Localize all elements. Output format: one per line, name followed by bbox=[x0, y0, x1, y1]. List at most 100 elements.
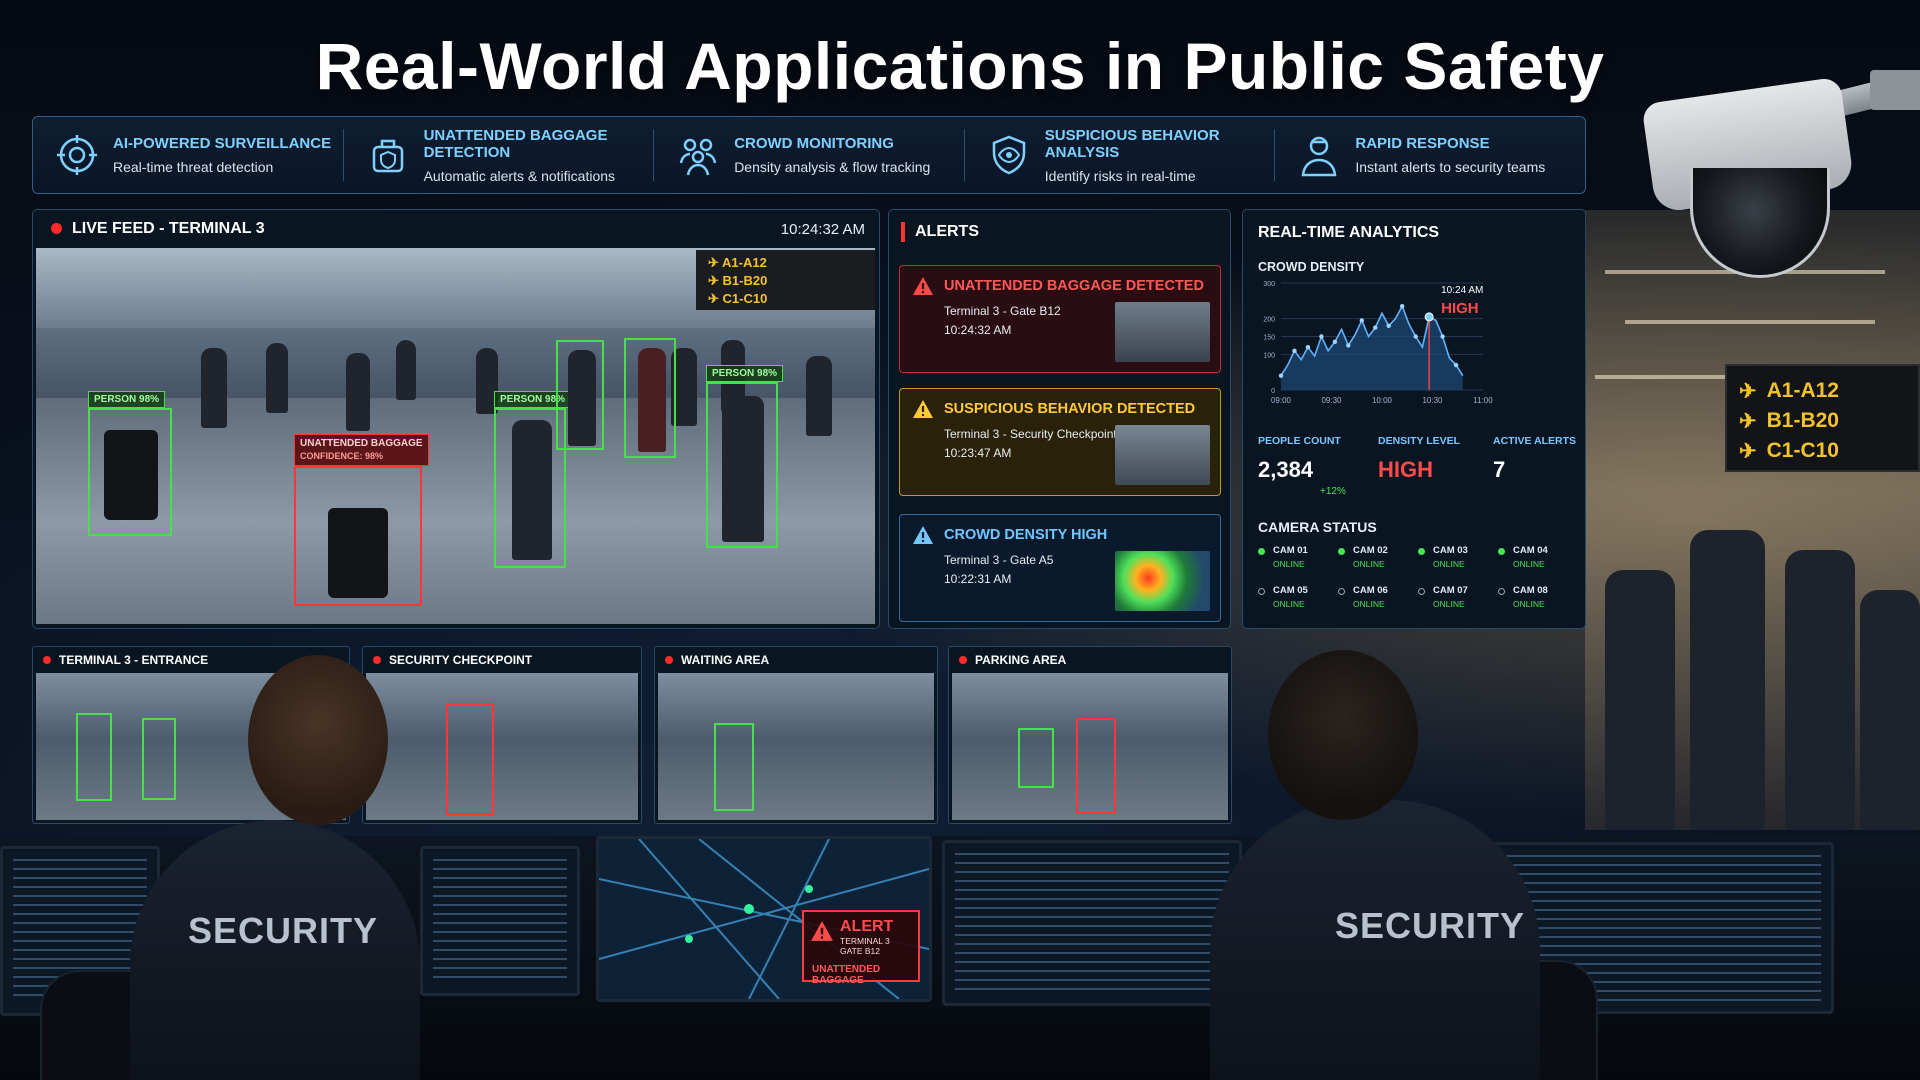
camera-status-item[interactable]: CAM 06 ONLINE bbox=[1338, 585, 1418, 609]
camera-status-item[interactable]: CAM 05 ONLINE bbox=[1258, 585, 1338, 609]
people-count-value: 2,384 bbox=[1258, 457, 1314, 482]
alert-title: Crowd Density High bbox=[944, 527, 1108, 543]
camera-status-item[interactable]: CAM 04 ONLINE bbox=[1498, 545, 1578, 569]
detection-box-baggage[interactable]: UNATTENDED BAGGAGE CONFIDENCE: 98% bbox=[294, 434, 429, 606]
map-alert-popup[interactable]: ALERT TERMINAL 3 GATE B12 UNATTENDED BAG… bbox=[802, 910, 920, 986]
responder-icon bbox=[1301, 136, 1337, 177]
feature-desc: Density analysis & flow tracking bbox=[734, 159, 931, 175]
feature-behavior-analysis[interactable]: Suspicious Behavior Analysis Identify ris… bbox=[965, 127, 1276, 184]
detection-box-person bbox=[142, 718, 176, 800]
peak-time-label: 10:24 AM bbox=[1441, 285, 1483, 296]
feature-desc: Instant alerts to security teams bbox=[1355, 159, 1546, 175]
crowd-density-chart[interactable]: 0 100 150 200 300 09:00 09:30 10:00 10:30 11:00 10… bbox=[1251, 275, 1571, 425]
status-dot-icon bbox=[1498, 548, 1505, 555]
gate-sign: ✈ A1-A12 ✈ B1-B20 ✈ C1-C10 bbox=[696, 250, 875, 310]
live-feed-video[interactable]: ✈ A1-A12 ✈ B1-B20 ✈ C1-C10 PERSON 98% UN… bbox=[36, 248, 875, 624]
camera-status-item[interactable]: CAM 03 ONLINE bbox=[1418, 545, 1498, 569]
density-point bbox=[1292, 348, 1297, 353]
feature-ai-surveillance[interactable]: AI-Powered Surveillance Real-time threat … bbox=[33, 129, 344, 181]
camera-feed-parking[interactable]: PARKING AREA bbox=[948, 646, 1232, 824]
feature-baggage-detection[interactable]: Unattended Baggage Detection Automatic al… bbox=[344, 126, 655, 184]
feature-bar: AI-Powered Surveillance Real-time threat … bbox=[32, 116, 1586, 194]
detection-box-person bbox=[76, 713, 112, 801]
camera-name: CAM 04 bbox=[1513, 545, 1548, 556]
y-tick-label: 300 bbox=[1263, 281, 1275, 288]
detection-label: PERSON 98% bbox=[88, 391, 166, 408]
camera-status: ONLINE bbox=[1433, 599, 1465, 609]
feed-video[interactable] bbox=[658, 673, 934, 820]
terminal-hall-background bbox=[1585, 210, 1920, 830]
officer-jacket-label: SECURITY bbox=[188, 910, 379, 951]
alert-thumbnail[interactable] bbox=[1115, 425, 1210, 485]
gate-label: A1-A12 bbox=[722, 255, 767, 270]
warning-triangle-icon bbox=[913, 277, 933, 295]
map-alert-gate: GATE B12 bbox=[840, 946, 880, 956]
alert-card-info[interactable]: Crowd Density High Terminal 3 - Gate A5 … bbox=[899, 514, 1221, 622]
plane-icon: ✈ bbox=[1739, 439, 1757, 463]
camera-status: ONLINE bbox=[1513, 599, 1545, 609]
alert-thumbnail[interactable] bbox=[1115, 302, 1210, 362]
heatmap-thumbnail[interactable] bbox=[1115, 551, 1210, 611]
desk-monitor[interactable] bbox=[420, 846, 580, 996]
detection-box-person[interactable] bbox=[556, 340, 604, 450]
live-feed-time: 10:24:32 AM bbox=[780, 220, 865, 238]
shield-eye-icon bbox=[992, 135, 1026, 175]
warning-triangle-icon bbox=[913, 526, 933, 544]
ai-target-icon bbox=[57, 135, 97, 175]
camera-status: ONLINE bbox=[1273, 559, 1305, 569]
gate-directory-sign: ✈ A1-A12 ✈ B1-B20 ✈ C1-C10 bbox=[1725, 364, 1920, 472]
camera-status-item[interactable]: CAM 08 ONLINE bbox=[1498, 585, 1578, 609]
feed-video[interactable] bbox=[366, 673, 638, 820]
camera-status-item[interactable]: CAM 01 ONLINE bbox=[1258, 545, 1338, 569]
analytics-title: REAL-TIME ANALYTICS bbox=[1258, 224, 1440, 241]
live-feed-panel[interactable]: LIVE FEED - TERMINAL 3 10:24:32 AM ✈ A1-… bbox=[32, 209, 880, 629]
active-alerts-stat: ACTIVE ALERTS 7 bbox=[1493, 435, 1576, 483]
detection-box-person[interactable] bbox=[624, 338, 676, 458]
status-dot-icon bbox=[1418, 548, 1425, 555]
gate-label: B1-B20 bbox=[722, 273, 768, 288]
density-point bbox=[1346, 343, 1351, 348]
camera-feed-waiting-area[interactable]: WAITING AREA bbox=[654, 646, 938, 824]
feature-desc: Identify risks in real-time bbox=[1044, 167, 1196, 184]
camera-status: ONLINE bbox=[1273, 599, 1305, 609]
peak-marker-point bbox=[1424, 312, 1434, 322]
page-title: Real-World Applications in Public Safety bbox=[315, 29, 1605, 103]
warning-triangle-icon bbox=[811, 921, 833, 941]
detection-box-person[interactable]: PERSON 98% bbox=[88, 391, 172, 536]
detection-box-person[interactable]: PERSON 98% bbox=[706, 365, 784, 548]
alert-card-critical[interactable]: Unattended Baggage Detected Terminal 3 -… bbox=[899, 265, 1221, 373]
status-dot-icon bbox=[1258, 548, 1265, 555]
y-tick-label: 100 bbox=[1263, 352, 1275, 359]
detection-box-person bbox=[714, 723, 754, 811]
camera-name: CAM 01 bbox=[1273, 545, 1308, 556]
live-indicator-icon bbox=[373, 656, 381, 664]
alert-card-warning[interactable]: Suspicious Behavior Detected Terminal 3 … bbox=[899, 388, 1221, 496]
feed-video[interactable] bbox=[952, 673, 1228, 820]
stat-label: PEOPLE COUNT bbox=[1258, 435, 1341, 447]
map-alert-title: ALERT bbox=[840, 918, 894, 935]
feature-title: AI-Powered Surveillance bbox=[113, 135, 332, 152]
stat-label: ACTIVE ALERTS bbox=[1493, 435, 1577, 447]
feature-desc: Automatic alerts & notifications bbox=[423, 167, 616, 184]
live-indicator-icon bbox=[51, 223, 62, 235]
density-level-value: HIGH bbox=[1378, 457, 1433, 482]
feature-title: Unattended Baggage Detection bbox=[423, 126, 608, 161]
feature-rapid-response[interactable]: Rapid Response Instant alerts to security… bbox=[1275, 129, 1585, 181]
map-alert-type: UNATTENDED BAGGAGE bbox=[812, 964, 881, 986]
officer-head bbox=[1268, 650, 1418, 820]
camera-status-item[interactable]: CAM 02 ONLINE bbox=[1338, 545, 1418, 569]
camera-status-label: CAMERA STATUS bbox=[1258, 519, 1377, 535]
feature-title: Crowd Monitoring bbox=[734, 135, 894, 152]
camera-status: ONLINE bbox=[1353, 599, 1385, 609]
status-dot-icon bbox=[1418, 588, 1425, 595]
desk-monitor-faces[interactable] bbox=[942, 840, 1242, 1006]
camera-status-item[interactable]: CAM 07 ONLINE bbox=[1418, 585, 1498, 609]
detection-label: UNATTENDED BAGGAGE bbox=[300, 438, 423, 449]
camera-name: CAM 07 bbox=[1433, 585, 1468, 596]
gate-sign-row: B1-B20 bbox=[1766, 409, 1839, 432]
feature-title: Rapid Response bbox=[1355, 135, 1490, 152]
feature-crowd-monitoring[interactable]: Crowd Monitoring Density analysis & flow … bbox=[654, 129, 965, 181]
density-point bbox=[1373, 325, 1378, 330]
x-tick-label: 09:30 bbox=[1321, 396, 1342, 405]
camera-feed-checkpoint[interactable]: SECURITY CHECKPOINT bbox=[362, 646, 642, 824]
